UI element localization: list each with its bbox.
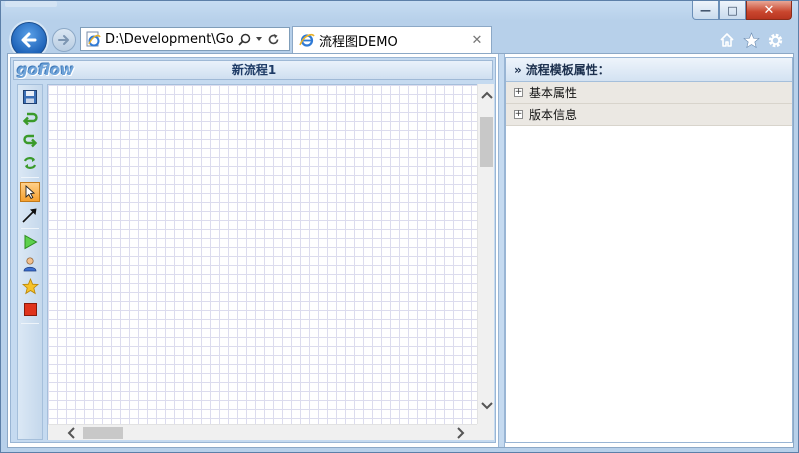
tab-title: 流程图DEMO (319, 34, 398, 50)
designer-pane: 新流程1 goflow (10, 57, 496, 443)
close-window-button[interactable]: ✕ (746, 1, 792, 20)
select-pointer-icon (25, 185, 36, 199)
redo-icon (23, 134, 38, 148)
property-group-label: 版本信息 (529, 108, 578, 122)
flow-name-title: 新流程1 (231, 63, 277, 77)
start-node-button[interactable] (20, 232, 40, 252)
settings-gear-icon[interactable] (766, 31, 784, 49)
vertical-scrollbar[interactable] (477, 84, 494, 424)
browser-window: — □ ✕ D:\Development\GoFlow\ (0, 0, 799, 453)
flow-canvas[interactable] (47, 84, 494, 440)
properties-title: 流程模板属性： (525, 63, 610, 77)
refresh-page-icon[interactable] (267, 33, 280, 46)
start-node-icon (24, 234, 38, 250)
designer-toolbar (17, 84, 43, 440)
star-node-button[interactable] (20, 276, 40, 296)
home-icon[interactable] (718, 31, 736, 49)
tab-close-icon[interactable]: ✕ (469, 33, 485, 48)
expand-plus-icon[interactable]: + (514, 88, 523, 97)
ie-logo-icon (299, 33, 315, 47)
vertical-scroll-thumb[interactable] (480, 117, 493, 167)
connector-tool-button[interactable] (20, 205, 40, 225)
property-group-basic[interactable]: + 基本属性 (506, 82, 792, 104)
property-group-version[interactable]: + 版本信息 (506, 104, 792, 126)
address-url[interactable]: D:\Development\GoFlow\ (105, 32, 235, 47)
save-button[interactable] (20, 87, 40, 107)
minimize-button[interactable]: — (692, 1, 719, 20)
toolbar-separator (21, 228, 39, 229)
pane-splitter[interactable] (498, 54, 505, 447)
end-node-button[interactable] (20, 299, 40, 319)
address-tools (238, 33, 280, 46)
toolbar-separator (21, 177, 39, 178)
horizontal-scrollbar[interactable] (48, 424, 477, 440)
browser-tab[interactable]: 流程图DEMO ✕ (292, 26, 492, 53)
toolbar-separator (21, 323, 39, 324)
property-group-label: 基本属性 (529, 86, 578, 100)
properties-header: » 流程模板属性： (506, 58, 792, 82)
end-node-icon (23, 302, 37, 316)
refresh-button[interactable] (20, 153, 40, 173)
undo-button[interactable] (20, 109, 40, 129)
dropdown-icon[interactable] (255, 35, 263, 43)
scroll-up-icon[interactable] (478, 86, 495, 103)
user-task-icon (23, 257, 37, 272)
select-tool-button[interactable] (20, 182, 40, 202)
scroll-right-icon[interactable] (452, 425, 469, 441)
undo-icon (22, 112, 38, 126)
scroll-down-icon[interactable] (478, 397, 495, 414)
properties-pane: » 流程模板属性： + 基本属性 + 版本信息 (505, 57, 793, 443)
address-bar[interactable]: D:\Development\GoFlow\ (80, 27, 290, 51)
designer-header: 新流程1 goflow (13, 60, 493, 80)
search-icon[interactable] (238, 33, 251, 46)
connector-arrow-icon (22, 208, 37, 223)
refresh-icon (23, 157, 37, 169)
double-chevron-icon[interactable]: » (514, 63, 522, 77)
redo-button[interactable] (20, 131, 40, 151)
ie-page-icon (86, 31, 101, 47)
arrow-right-icon (58, 35, 69, 45)
window-title (5, 1, 57, 7)
window-controls: — □ ✕ (692, 1, 792, 21)
page-content: 新流程1 goflow » 流程模板属性： + 基本属性 + 版本信息 (7, 53, 794, 448)
user-task-button[interactable] (20, 254, 40, 274)
save-icon (23, 90, 37, 104)
forward-button[interactable] (52, 28, 76, 52)
arrow-left-icon (21, 32, 37, 48)
horizontal-scroll-thumb[interactable] (83, 427, 123, 439)
scroll-corner (477, 424, 494, 440)
scroll-left-icon[interactable] (62, 425, 79, 441)
goflow-logo: goflow (17, 61, 75, 79)
star-node-icon (21, 277, 39, 294)
expand-plus-icon[interactable]: + (514, 110, 523, 119)
favorites-star-icon[interactable] (742, 31, 760, 49)
maximize-button[interactable]: □ (719, 1, 746, 20)
